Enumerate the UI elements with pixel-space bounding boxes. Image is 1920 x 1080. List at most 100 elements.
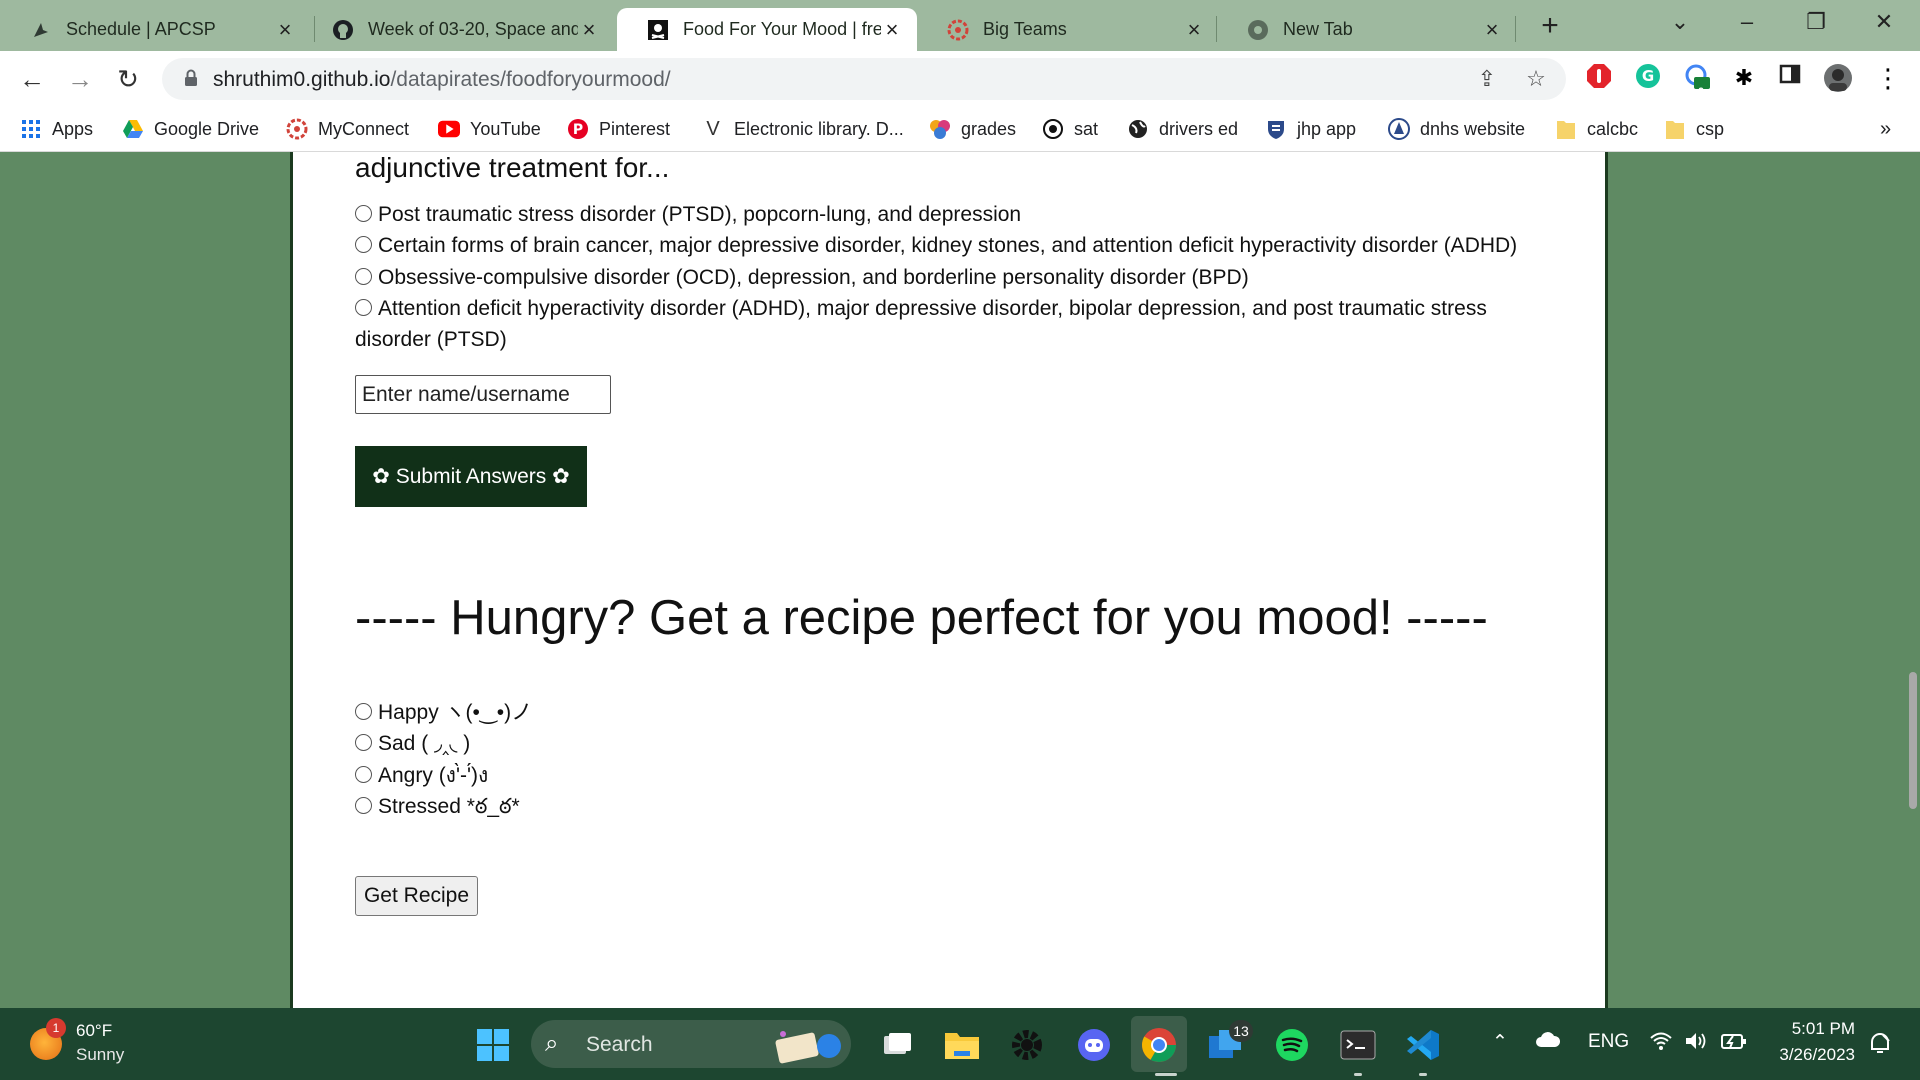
input-language[interactable]: ENG (1588, 1031, 1629, 1053)
bookmark-google-drive[interactable]: Google Drive (122, 115, 259, 143)
clock-date[interactable]: 3/26/2023 (1770, 1045, 1855, 1065)
battery-charging-icon[interactable] (1720, 1031, 1748, 1057)
bookmark-label: Google Drive (154, 118, 260, 139)
answer-option[interactable]: Obsessive-compulsive disorder (OCD), dep… (355, 262, 1555, 293)
weather-description[interactable]: Sunny (76, 1045, 124, 1065)
windows-start-icon[interactable] (474, 1026, 512, 1064)
page-scrollbar[interactable] (1906, 152, 1920, 1008)
submit-answers-button[interactable]: ✿ Submit Answers ✿ (355, 446, 587, 507)
radio-button[interactable] (355, 797, 372, 814)
weather-temperature[interactable]: 60°F (76, 1021, 112, 1041)
radio-button[interactable] (355, 734, 372, 751)
bookmark-drivers-ed[interactable]: drivers ed (1127, 115, 1238, 143)
tab-food-for-your-mood[interactable]: Food For Your Mood | free × (617, 8, 917, 51)
show-hidden-icons-chevron-icon[interactable]: ⌃ (1492, 1031, 1508, 1054)
bookmark-sat[interactable]: sat (1042, 115, 1098, 143)
onedrive-cloud-icon[interactable] (1535, 1031, 1561, 1055)
back-arrow-icon[interactable]: ← (14, 61, 50, 97)
chrome-icon[interactable] (1140, 1026, 1178, 1064)
bookmark-label: grades (961, 118, 1017, 139)
grammarly-extension-icon[interactable]: G (1633, 63, 1663, 93)
search-highlight-icon (771, 1026, 843, 1069)
radio-button[interactable] (355, 766, 372, 783)
reload-icon[interactable]: ↻ (110, 61, 146, 97)
side-panel-icon[interactable] (1775, 63, 1805, 93)
volume-icon[interactable] (1684, 1031, 1708, 1057)
google-ext-icon[interactable]: 0 (1682, 63, 1712, 98)
tab-new-tab[interactable]: New Tab × (1217, 8, 1517, 51)
address-bar[interactable]: shruthim0.github.io/datapirates/foodfory… (162, 58, 1566, 100)
bookmark-csp[interactable]: csp (1664, 115, 1724, 143)
settings-gear-icon[interactable] (1008, 1026, 1046, 1064)
tab-title: Week of 03-20, Space and (368, 19, 578, 39)
bookmark-label: calcbc (1587, 118, 1639, 139)
bookmark-dnhs-website[interactable]: dnhs website (1388, 115, 1525, 143)
bookmark-youtube[interactable]: YouTube (438, 115, 541, 143)
terminal-icon[interactable] (1339, 1026, 1377, 1064)
adblock-extension-icon[interactable] (1584, 63, 1614, 93)
google-drive-icon (122, 118, 144, 140)
tab-big-teams[interactable]: Big Teams × (917, 8, 1219, 51)
minimize-icon[interactable]: – (1727, 6, 1767, 38)
mood-option[interactable]: Sad ( ◞‸◟ ) (355, 728, 1555, 759)
tab-week-of-03-20[interactable]: Week of 03-20, Space and × (302, 8, 614, 51)
notifications-icon[interactable] (1868, 1033, 1892, 1061)
bookmark-grades[interactable]: grades (929, 115, 1016, 143)
globe-icon (1127, 118, 1149, 140)
clock-time[interactable]: 5:01 PM (1785, 1019, 1855, 1039)
bookmark-electronic-library[interactable]: V Electronic library. D... (702, 115, 904, 143)
radio-button[interactable] (355, 268, 372, 285)
get-recipe-button[interactable]: Get Recipe (355, 876, 478, 916)
bookmark-pinterest[interactable]: P Pinterest (567, 115, 670, 143)
bookmark-label: Electronic library. D... (734, 118, 904, 139)
apps-grid-icon (20, 118, 42, 140)
mood-option[interactable]: Angry (ง'̀-'́)ง (355, 760, 1555, 791)
close-tab-icon[interactable]: × (881, 18, 903, 41)
bookmark-apps[interactable]: Apps (20, 115, 93, 143)
close-tab-icon[interactable]: × (578, 18, 600, 41)
bookmark-label: MyConnect (318, 118, 410, 139)
bookmark-label: YouTube (470, 118, 541, 139)
scrollbar-thumb[interactable] (1909, 672, 1917, 809)
answer-option[interactable]: Certain forms of brain cancer, major dep… (355, 230, 1555, 261)
file-explorer-icon[interactable] (943, 1026, 981, 1064)
radio-button[interactable] (355, 299, 372, 316)
menu-kebab-icon[interactable]: ⋮ (1873, 63, 1903, 93)
restore-icon[interactable]: ❐ (1796, 6, 1836, 38)
extensions-puzzle-icon[interactable]: ✱ (1729, 63, 1759, 93)
discord-icon[interactable] (1075, 1026, 1113, 1064)
new-tab-plus-icon[interactable]: + (1533, 10, 1567, 44)
close-tab-icon[interactable]: × (274, 18, 296, 41)
mood-option[interactable]: Stressed *ఠ_ఠ* (355, 791, 1555, 822)
answer-option[interactable]: Attention deficit hyperactivity disorder… (355, 293, 1495, 355)
taskbar-search-label: Search (586, 1033, 653, 1056)
close-tab-icon[interactable]: × (1183, 18, 1205, 41)
mood-option[interactable]: Happy ヽ(•‿•)ノ (355, 697, 1555, 728)
close-tab-icon[interactable]: × (1481, 18, 1503, 41)
url-text: shruthim0.github.io/datapirates/foodfory… (213, 68, 671, 92)
radio-button[interactable] (355, 703, 372, 720)
spotify-icon[interactable] (1273, 1026, 1311, 1064)
bookmark-calcbc[interactable]: calcbc (1555, 115, 1638, 143)
tab-schedule-apcsp[interactable]: Schedule | APCSP × (0, 8, 310, 51)
close-window-icon[interactable]: ✕ (1864, 6, 1904, 38)
share-icon[interactable]: ⇪ (1474, 66, 1500, 92)
vscode-icon[interactable] (1404, 1026, 1442, 1064)
bookmark-myconnect[interactable]: MyConnect (286, 115, 409, 143)
username-input[interactable] (355, 375, 611, 414)
lock-icon[interactable] (184, 69, 198, 92)
wifi-icon[interactable] (1649, 1031, 1673, 1057)
answer-option[interactable]: Post traumatic stress disorder (PTSD), p… (355, 199, 1555, 230)
running-indicator (1155, 1073, 1177, 1076)
taskbar-search-box[interactable]: ⌕ Search (531, 1020, 851, 1068)
tab-search-chevron-icon[interactable]: ⌄ (1660, 6, 1700, 38)
bookmark-jhp-app[interactable]: jhp app (1265, 115, 1356, 143)
forward-arrow-icon[interactable]: → (62, 61, 98, 97)
bookmark-star-icon[interactable]: ☆ (1523, 66, 1549, 92)
tab-title: Schedule | APCSP (66, 19, 216, 39)
more-bookmarks-chevron-icon[interactable]: » (1880, 115, 1891, 143)
profile-avatar[interactable] (1823, 63, 1853, 93)
radio-button[interactable] (355, 236, 372, 253)
radio-button[interactable] (355, 205, 372, 222)
task-view-icon[interactable] (878, 1026, 916, 1064)
